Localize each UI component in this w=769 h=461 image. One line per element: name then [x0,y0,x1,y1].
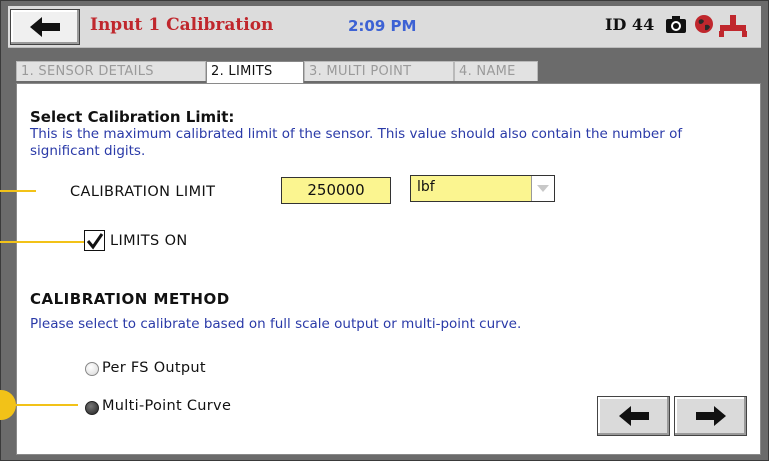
callout-line [0,190,36,192]
limits-on-checkbox[interactable] [84,230,105,251]
calibration-limit-label: CALIBRATION LIMIT [70,184,216,200]
dropdown-arrow[interactable] [531,176,554,201]
unit-selected-value: lbf [417,179,435,195]
per-fs-output-label: Per FS Output [102,360,206,376]
calibration-limit-input[interactable] [281,177,391,204]
method-description: Please select to calibrate based on full… [30,316,522,332]
back-arrow-icon [30,17,60,37]
unit-select[interactable]: lbf [410,175,555,202]
page-title: Input 1 Calibration [90,15,274,35]
header-bar: Input 1 Calibration 2:09 PM ID 44 [8,6,761,48]
previous-button[interactable] [597,396,670,436]
back-button[interactable] [10,9,80,45]
limit-description: This is the maximum calibrated limit of … [30,126,683,159]
connector-icon[interactable] [718,14,748,38]
method-heading: CALIBRATION METHOD [30,290,230,308]
next-button[interactable] [674,396,747,436]
radio-multi-point-curve[interactable] [85,401,99,415]
camera-icon[interactable] [665,14,687,34]
globe-icon[interactable] [694,14,714,34]
clock: 2:09 PM [348,17,417,35]
limit-heading: Select Calibration Limit: [30,108,235,126]
arrow-left-icon [618,406,649,426]
tab-name[interactable]: 4. NAME [454,61,538,81]
limits-on-label: LIMITS ON [110,233,188,249]
tab-limits[interactable]: 2. LIMITS [206,61,304,84]
tab-multi-point[interactable]: 3. MULTI POINT [304,61,454,81]
callout-line [0,241,84,243]
device-id: ID 44 [605,15,655,34]
radio-per-fs-output[interactable] [85,362,99,376]
multi-point-curve-label: Multi-Point Curve [102,398,232,414]
tab-sensor-details[interactable]: 1. SENSOR DETAILS [16,61,206,81]
chevron-down-icon [537,185,549,192]
arrow-right-icon [695,406,726,426]
checkmark-icon [86,233,104,250]
